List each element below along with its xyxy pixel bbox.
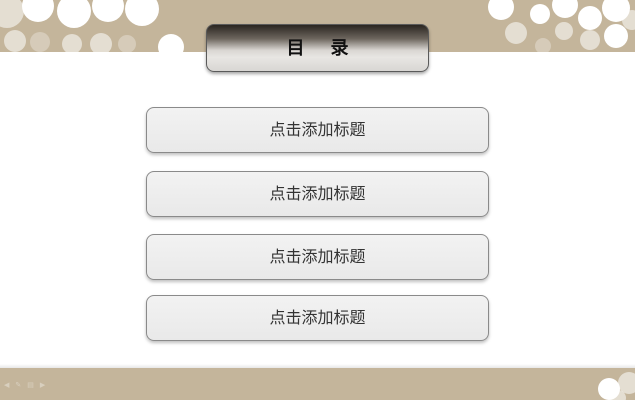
bokeh-dot bbox=[530, 4, 550, 24]
bokeh-dot bbox=[578, 6, 602, 30]
next-icon[interactable]: ▶ bbox=[40, 380, 45, 390]
bottom-decorative-band bbox=[0, 368, 635, 400]
page-title: 目录 bbox=[286, 38, 375, 59]
toc-item[interactable]: 点击添加标题 bbox=[146, 295, 489, 341]
toc-item[interactable]: 点击添加标题 bbox=[146, 107, 489, 153]
menu-icon[interactable]: ▤ bbox=[27, 380, 34, 390]
bokeh-dot bbox=[622, 10, 635, 30]
bokeh-dot bbox=[158, 34, 184, 52]
bokeh-dot bbox=[90, 33, 112, 52]
bokeh-dot bbox=[92, 0, 124, 22]
slide: 目录 点击添加标题 点击添加标题 点击添加标题 点击添加标题 ◀ ✎ ▤ ▶ bbox=[0, 0, 635, 400]
bokeh-dot bbox=[0, 0, 24, 28]
bokeh-dot bbox=[505, 22, 527, 44]
bokeh-dot bbox=[610, 390, 626, 400]
bokeh-dot bbox=[30, 32, 50, 52]
previous-icon[interactable]: ◀ bbox=[4, 380, 9, 390]
bokeh-dot bbox=[125, 0, 159, 26]
bokeh-dot bbox=[118, 35, 136, 52]
toc-item-label: 点击添加标题 bbox=[269, 247, 366, 266]
toc-item[interactable]: 点击添加标题 bbox=[146, 234, 489, 280]
toc-item[interactable]: 点击添加标题 bbox=[146, 171, 489, 217]
pen-icon[interactable]: ✎ bbox=[15, 380, 21, 390]
bokeh-dot bbox=[555, 22, 573, 40]
bokeh-dot bbox=[22, 0, 54, 22]
bokeh-dot bbox=[62, 34, 82, 52]
title-tab: 目录 bbox=[206, 24, 429, 72]
toc-item-label: 点击添加标题 bbox=[269, 184, 366, 203]
bokeh-dot bbox=[57, 0, 91, 28]
slideshow-controls[interactable]: ◀ ✎ ▤ ▶ bbox=[4, 380, 45, 390]
bokeh-dot bbox=[488, 0, 514, 20]
bokeh-dot bbox=[535, 38, 551, 52]
toc-item-label: 点击添加标题 bbox=[269, 120, 366, 139]
bokeh-dot bbox=[604, 24, 628, 48]
bokeh-dot bbox=[552, 0, 578, 18]
toc-item-label: 点击添加标题 bbox=[269, 308, 366, 327]
bokeh-dot bbox=[580, 30, 600, 50]
bokeh-dot bbox=[4, 30, 26, 52]
